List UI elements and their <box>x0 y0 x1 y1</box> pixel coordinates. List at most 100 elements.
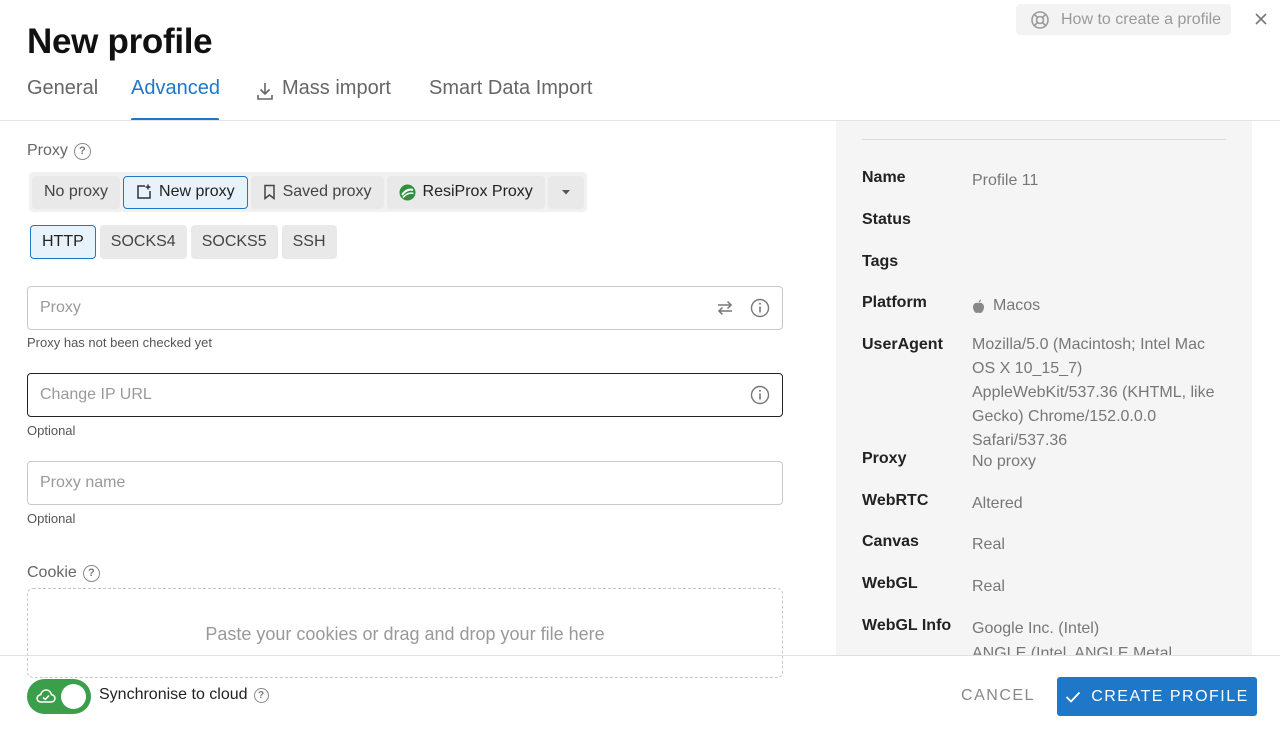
proxy-section-label: Proxy ? <box>27 142 91 160</box>
cookie-dropzone[interactable]: Paste your cookies or drag and drop your… <box>27 588 783 678</box>
summary-row-webgl-info: WebGL Info Google Inc. (Intel) <box>862 617 1224 641</box>
summary-value: No proxy <box>972 453 1037 470</box>
proxy-input-placeholder: Proxy <box>40 299 81 316</box>
help-link-label: How to create a profile <box>1061 10 1222 28</box>
summary-key: WebGL <box>862 575 918 592</box>
toggle-knob <box>61 684 86 709</box>
cookie-label: Cookie <box>27 564 77 581</box>
proxy-type-label: SOCKS5 <box>201 233 267 250</box>
summary-platform-value: Macos <box>972 294 1224 318</box>
summary-value <box>972 253 1224 271</box>
summary-value: Real <box>972 536 1005 553</box>
summary-key: WebGL Info <box>862 617 952 634</box>
cookie-section-label: Cookie ? <box>27 564 100 582</box>
summary-row-webrtc: WebRTC Altered <box>862 492 1224 516</box>
summary-row-name: Name Profile 11 <box>862 169 1224 193</box>
sync-cloud-toggle[interactable] <box>27 679 91 714</box>
tab-general[interactable]: General <box>27 77 131 121</box>
summary-row-tags: Tags <box>862 253 1224 271</box>
help-icon[interactable]: ? <box>73 142 91 160</box>
proxy-type-http[interactable]: HTTP <box>30 225 96 259</box>
proxy-mode-resiprox[interactable]: ResiProx Proxy <box>386 175 545 209</box>
summary-value: Macos <box>993 297 1041 314</box>
proxy-type-selector: HTTP SOCKS4 SOCKS5 SSH <box>29 224 338 262</box>
download-icon <box>257 83 273 100</box>
summary-row-platform: Platform Macos <box>862 294 1224 318</box>
proxy-mode-label: Saved proxy <box>282 183 372 200</box>
proxy-name-placeholder: Proxy name <box>40 474 126 491</box>
summary-row-webgl: WebGL Real <box>862 575 1224 599</box>
help-icon[interactable]: ? <box>82 564 100 582</box>
cookie-dropzone-text: Paste your cookies or drag and drop your… <box>205 624 605 644</box>
info-icon[interactable] <box>750 385 770 405</box>
check-icon <box>1066 691 1081 703</box>
summary-row-canvas: Canvas Real <box>862 533 1224 557</box>
summary-key <box>862 642 972 656</box>
cloud-check-icon <box>36 689 56 703</box>
summary-key: Status <box>862 211 911 228</box>
sync-cloud-label-row: Synchronise to cloud ? <box>99 686 269 704</box>
apple-icon <box>973 299 984 313</box>
change-ip-url-input[interactable]: Change IP URL <box>27 373 783 417</box>
tab-label: Mass import <box>282 77 391 99</box>
proxy-name-helper: Optional <box>27 511 76 526</box>
proxy-mode-label: New proxy <box>159 183 235 200</box>
proxy-label: Proxy <box>27 142 68 159</box>
change-ip-url-placeholder: Change IP URL <box>40 386 152 403</box>
info-icon[interactable] <box>750 298 770 318</box>
resiprox-logo-icon <box>399 184 416 200</box>
close-icon[interactable] <box>1252 10 1270 28</box>
proxy-type-label: SOCKS4 <box>110 233 176 250</box>
how-to-create-profile-link[interactable]: How to create a profile <box>1016 4 1231 35</box>
profile-summary-panel: Name Profile 11 Status Tags Platform Mac… <box>836 121 1252 656</box>
summary-divider <box>862 139 1226 140</box>
proxy-type-label: HTTP <box>42 233 84 250</box>
summary-key: Proxy <box>862 450 907 467</box>
summary-key: Tags <box>862 253 899 270</box>
proxy-mode-label: No proxy <box>44 183 109 200</box>
summary-value: Real <box>972 578 1005 595</box>
bookmark-icon <box>263 184 275 200</box>
create-profile-label: CREATE PROFILE <box>1091 687 1249 705</box>
proxy-mode-selector: No proxy New proxy Saved proxy ResiProx … <box>29 172 587 212</box>
change-ip-url-helper: Optional <box>27 423 76 438</box>
tab-mass-import[interactable]: Mass import <box>256 77 429 121</box>
tab-smart-data-import[interactable]: Smart Data Import <box>429 77 609 121</box>
summary-value: Profile 11 <box>972 172 1039 189</box>
swap-icon[interactable] <box>716 300 734 316</box>
page-title: New profile <box>27 22 213 61</box>
summary-row-useragent: UserAgent Mozilla/5.0 (Macintosh; Intel … <box>862 333 1224 453</box>
summary-value: Altered <box>972 495 1023 512</box>
footer-divider <box>0 655 1280 656</box>
proxy-mode-new-proxy[interactable]: New proxy <box>123 175 248 209</box>
summary-value: Google Inc. (Intel) <box>972 620 1100 637</box>
tab-advanced[interactable]: Advanced <box>131 77 220 121</box>
proxy-provider-dropdown[interactable] <box>547 175 584 209</box>
tab-label: Smart Data Import <box>429 77 593 99</box>
summary-key: Name <box>862 169 906 186</box>
proxy-type-socks4[interactable]: SOCKS4 <box>99 225 187 259</box>
chevron-down-icon <box>561 190 570 195</box>
tab-label: Advanced <box>131 77 220 99</box>
summary-value: ANGLE (Intel, ANGLE Metal <box>972 645 1173 656</box>
help-icon[interactable]: ? <box>253 687 269 703</box>
tab-label: General <box>27 77 99 99</box>
proxy-name-input[interactable]: Proxy name <box>27 461 783 505</box>
proxy-status-text: Proxy has not been checked yet <box>27 335 213 350</box>
proxy-type-ssh[interactable]: SSH <box>281 225 337 259</box>
summary-row-status: Status <box>862 211 1224 229</box>
proxy-mode-no-proxy[interactable]: No proxy <box>32 175 121 209</box>
summary-row-proxy: Proxy No proxy <box>862 450 1224 474</box>
proxy-input[interactable]: Proxy <box>27 286 783 330</box>
create-profile-button[interactable]: CREATE PROFILE <box>1057 677 1257 716</box>
proxy-mode-saved-proxy[interactable]: Saved proxy <box>250 175 384 209</box>
summary-value: Mozilla/5.0 (Macintosh; Intel Mac OS X 1… <box>972 336 1215 449</box>
lifebuoy-icon <box>1031 10 1049 29</box>
summary-key: UserAgent <box>862 336 943 353</box>
summary-key: Platform <box>862 294 927 311</box>
cancel-button[interactable]: CANCEL <box>952 677 1044 715</box>
summary-key: Canvas <box>862 533 919 550</box>
add-box-icon <box>137 184 151 199</box>
proxy-type-label: SSH <box>292 233 326 250</box>
proxy-type-socks5[interactable]: SOCKS5 <box>190 225 278 259</box>
